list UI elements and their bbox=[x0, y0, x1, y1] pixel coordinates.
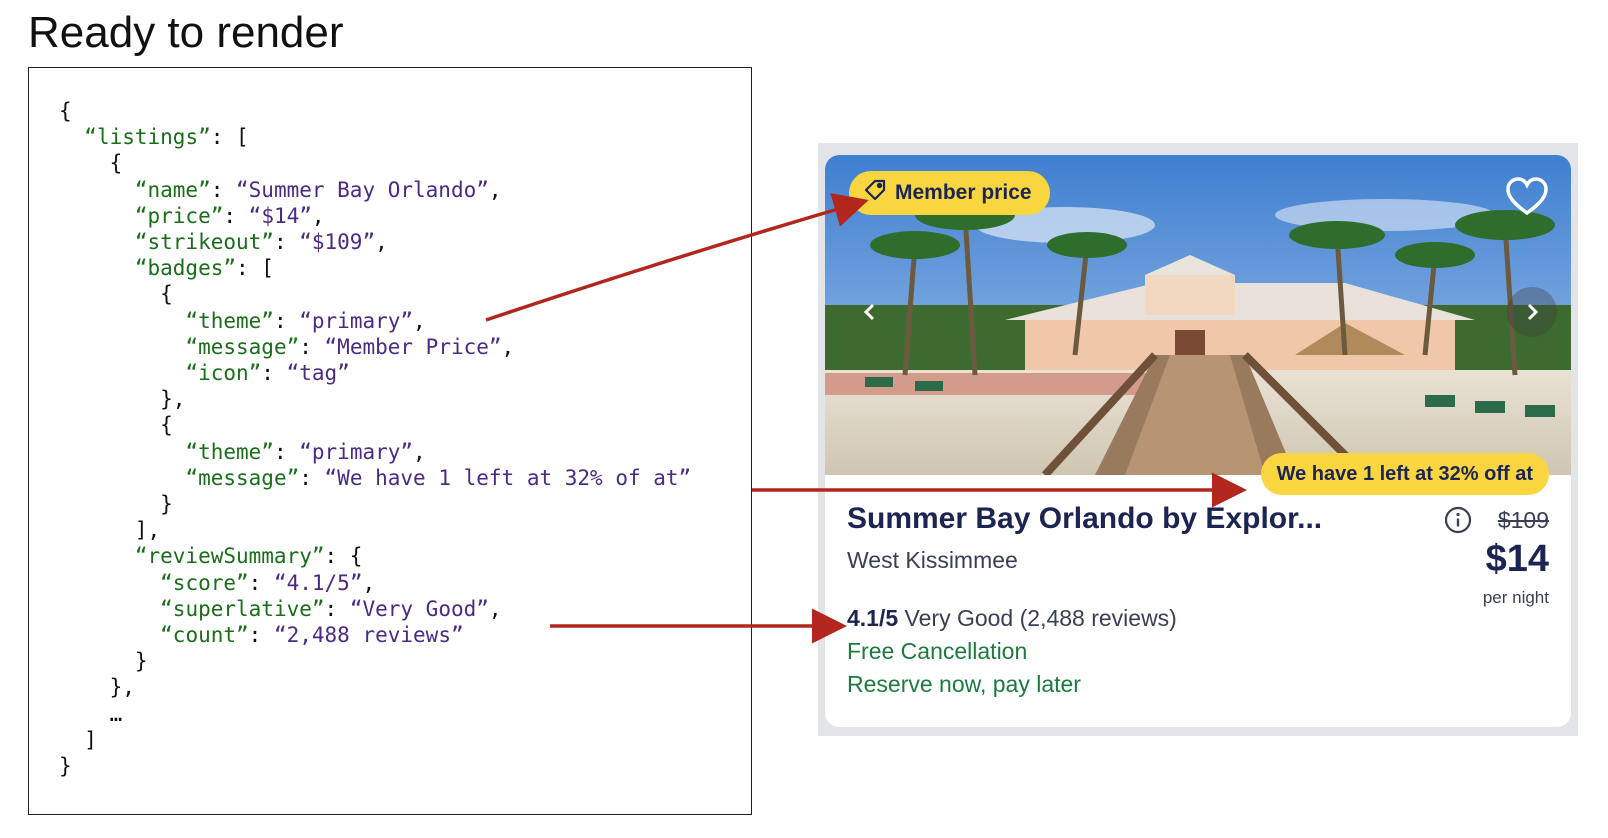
code-token: : bbox=[248, 570, 274, 595]
page-title: Ready to render bbox=[28, 8, 344, 57]
code-token: “primary” bbox=[299, 439, 414, 464]
urgency-badge: We have 1 left at 32% off at bbox=[1260, 453, 1549, 495]
code-token: : bbox=[261, 361, 287, 386]
code-token: { bbox=[59, 151, 123, 176]
code-token: , bbox=[488, 596, 502, 621]
code-token: “tag” bbox=[286, 361, 350, 386]
code-token: “icon” bbox=[185, 361, 262, 386]
listing-card[interactable]: Member price We have 1 left at 32% off a… bbox=[825, 155, 1571, 727]
code-token: ], bbox=[59, 518, 161, 543]
code-token: “count” bbox=[160, 623, 249, 648]
code-token: : bbox=[299, 334, 325, 359]
per-night-label: per night bbox=[1482, 588, 1549, 607]
code-token: , bbox=[362, 570, 376, 595]
listing-location: West Kissimmee bbox=[847, 547, 1018, 573]
code-token: : bbox=[273, 439, 300, 464]
code-token: { bbox=[59, 99, 72, 123]
code-token: : bbox=[223, 203, 249, 228]
code-token: } bbox=[59, 754, 72, 779]
code-token: , bbox=[413, 439, 426, 464]
reserve-now-pay-later: Reserve now, pay later bbox=[847, 671, 1081, 697]
code-token: “score” bbox=[160, 570, 249, 595]
code-token: “message” bbox=[185, 334, 300, 359]
json-code-panel: { “listings”: [ { “name”: “Summer Bay Or… bbox=[28, 67, 752, 815]
code-token: “Summer Bay Orlando” bbox=[236, 177, 489, 202]
tag-icon bbox=[863, 178, 887, 208]
free-cancellation: Free Cancellation bbox=[847, 638, 1028, 664]
code-token: : bbox=[248, 623, 274, 648]
review-summary: 4.1/5 Very Good (2,488 reviews) bbox=[847, 605, 1177, 632]
review-score: 4.1/5 bbox=[847, 605, 899, 631]
code-token: “badges” bbox=[134, 256, 237, 281]
info-icon[interactable] bbox=[1443, 505, 1473, 535]
code-token: … bbox=[59, 701, 123, 726]
strikeout-price: $109 bbox=[1497, 507, 1549, 533]
code-token: “Member Price” bbox=[324, 334, 502, 359]
code-token: : bbox=[273, 230, 300, 255]
listing-name[interactable]: Summer Bay Orlando by Explor... bbox=[847, 502, 1322, 536]
code-token: : { bbox=[324, 544, 363, 569]
code-token: : [ bbox=[236, 256, 274, 281]
code-token: , bbox=[488, 177, 502, 202]
code-token: “Very Good” bbox=[349, 596, 489, 621]
code-token: “primary” bbox=[299, 308, 414, 333]
code-token: , bbox=[311, 203, 325, 228]
code-token: , bbox=[501, 334, 515, 359]
code-token: }, bbox=[59, 387, 186, 412]
code-token: “4.1/5” bbox=[273, 570, 363, 595]
code-token: , bbox=[413, 308, 426, 333]
code-token: : bbox=[210, 177, 237, 202]
code-token: : bbox=[324, 596, 350, 621]
code-token: “$109” bbox=[299, 230, 376, 255]
code-token: “reviewSummary” bbox=[134, 544, 325, 569]
code-token: { bbox=[59, 282, 173, 307]
code-token: “theme” bbox=[185, 308, 274, 333]
code-token: “$14” bbox=[248, 203, 312, 228]
chevron-left-icon[interactable] bbox=[845, 287, 895, 337]
code-token: : [ bbox=[210, 125, 249, 150]
price: $14 bbox=[1485, 538, 1549, 580]
code-token: “superlative” bbox=[160, 596, 325, 621]
json-code: { “listings”: [ { “name”: “Summer Bay Or… bbox=[59, 98, 691, 779]
code-token: “We have 1 left at 32% of at” bbox=[324, 465, 692, 490]
code-token: “strikeout” bbox=[134, 230, 274, 255]
code-token: “theme” bbox=[185, 439, 274, 464]
code-token: “listings” bbox=[84, 125, 211, 150]
code-token: }, bbox=[59, 675, 135, 700]
member-price-badge: Member price bbox=[849, 171, 1050, 215]
heart-icon[interactable] bbox=[1505, 177, 1549, 217]
code-token: : bbox=[273, 308, 300, 333]
code-token: } bbox=[59, 649, 148, 674]
code-token: “message” bbox=[185, 465, 300, 490]
code-token: : bbox=[299, 465, 325, 490]
chevron-right-icon[interactable] bbox=[1507, 287, 1557, 337]
code-token: “price” bbox=[134, 203, 224, 228]
code-token: “2,488 reviews” bbox=[273, 623, 464, 648]
code-token: “name” bbox=[134, 177, 211, 202]
code-token: , bbox=[375, 230, 388, 255]
code-token: { bbox=[59, 413, 173, 438]
code-token: } bbox=[59, 492, 173, 517]
code-token: ] bbox=[59, 727, 97, 752]
member-price-label: Member price bbox=[895, 181, 1032, 204]
review-text: Very Good (2,488 reviews) bbox=[904, 605, 1177, 631]
